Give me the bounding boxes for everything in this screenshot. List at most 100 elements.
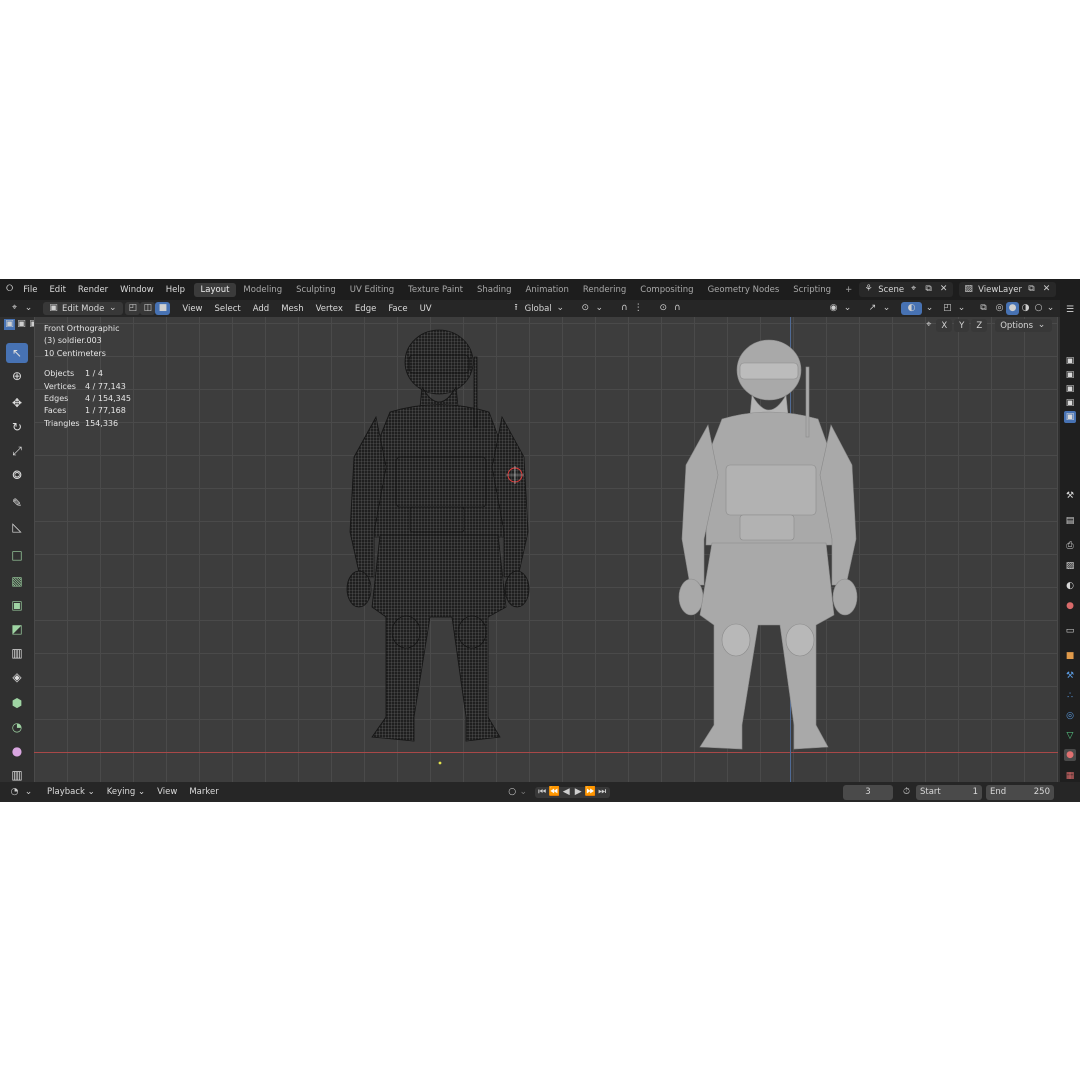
edge-select-mode-button[interactable]: ◫ [140,302,156,315]
header-menu-view[interactable]: View [176,304,208,314]
tool-select-box[interactable]: ↖ [6,343,28,363]
world-properties-icon[interactable]: ● [1064,600,1076,612]
tool-bevel[interactable]: ◩ [6,619,28,639]
tool-move[interactable]: ✥ [6,393,28,413]
menu-edit[interactable]: Edit [43,285,71,295]
view-layer-selector[interactable]: ▨ ViewLayer ⧉ ✕ [959,282,1056,297]
collection-properties-icon[interactable]: ▭ [1064,625,1076,637]
tab-uv-editing[interactable]: UV Editing [343,283,401,297]
face-select-mode-button[interactable]: ■ [155,302,171,315]
tool-loop-cut[interactable]: ▥ [6,643,28,663]
jump-end-icon[interactable]: ⏭ [597,787,608,798]
texture-properties-icon[interactable]: ▦ [1064,770,1076,782]
shading-material-button[interactable]: ◑ [1019,302,1032,315]
tool-smooth[interactable]: ● [6,741,28,761]
mesh-edit-overlays-toggle[interactable]: ◰ ⌄ [937,302,972,315]
tool-knife[interactable]: ◈ [6,667,28,687]
stopwatch-icon[interactable]: ⏱ [901,787,912,798]
modifier-properties-icon[interactable]: ⚒ [1064,670,1076,682]
tool-measure[interactable]: ◺ [6,517,28,537]
tool-settings-icon[interactable]: ⚒ [1064,490,1076,502]
header-menu-uv[interactable]: UV [414,304,438,314]
render-properties-icon[interactable]: ▤ [1064,515,1076,527]
tool-rotate[interactable]: ↻ [6,417,28,437]
vertex-select-mode-button[interactable]: ◰ [125,302,141,315]
header-menu-add[interactable]: Add [247,304,275,314]
axis-y-toggle[interactable]: Y [954,319,970,332]
start-frame-field[interactable]: Start 1 [916,784,982,800]
tool-add-cube[interactable]: □ [6,545,28,565]
tab-sculpting[interactable]: Sculpting [289,283,343,297]
snap-axis-icon[interactable]: ⌖ [923,320,934,331]
outliner-icon[interactable]: ☰ [1064,304,1076,316]
play-reverse-icon[interactable]: ◀ [561,787,572,798]
camera-icon[interactable]: ▣ [1064,369,1076,381]
options-dropdown[interactable]: Options ⌄ [995,319,1052,332]
tab-scripting[interactable]: Scripting [786,283,838,297]
axis-x-toggle[interactable]: X [936,319,953,332]
timeline-menu-playback[interactable]: Playback ⌄ [41,787,101,797]
tool-cursor[interactable]: ⊕ [6,366,28,386]
camera-icon[interactable]: ▣ [1064,383,1076,395]
axis-z-toggle[interactable]: Z [971,319,988,332]
tab-layout[interactable]: Layout [193,282,237,297]
timeline-menu-view[interactable]: View [151,787,183,797]
shading-rendered-button[interactable]: ○ [1032,302,1045,315]
menu-window[interactable]: Window [114,285,160,295]
header-menu-mesh[interactable]: Mesh [275,304,309,314]
timeline-menu-marker[interactable]: Marker [183,787,224,797]
close-scene-icon[interactable]: ✕ [938,284,949,295]
next-keyframe-icon[interactable]: ⏩ [585,787,596,798]
header-menu-face[interactable]: Face [382,304,413,314]
current-frame-field[interactable]: 3 [843,784,893,800]
shading-wireframe-button[interactable]: ◎ [993,302,1006,315]
copy-layer-icon[interactable]: ⧉ [1026,284,1037,295]
select-new-icon[interactable]: ▣ [4,319,15,330]
view-layer-properties-icon[interactable]: ▨ [1064,560,1076,572]
tab-animation[interactable]: Animation [519,283,576,297]
editor-type-button[interactable]: ⌖ ⌄ [4,302,39,315]
chevron-down-icon[interactable]: ⌄ [1045,303,1056,314]
end-frame-field[interactable]: End 250 [986,784,1054,800]
object-properties-icon[interactable]: ■ [1064,650,1076,662]
jump-start-icon[interactable]: ⏮ [537,787,548,798]
tab-geometry-nodes[interactable]: Geometry Nodes [701,283,787,297]
menu-file[interactable]: File [17,285,43,295]
tool-annotate[interactable]: ✎ [6,493,28,513]
play-icon[interactable]: ▶ [573,787,584,798]
transform-orientation-dropdown[interactable]: ⭱ Global ⌄ [506,302,571,315]
xray-toggle[interactable]: ⧉ [976,302,991,315]
header-menu-edge[interactable]: Edge [349,304,382,314]
tool-extrude[interactable]: ▧ [6,571,28,591]
chevron-down-icon[interactable]: ⌄ [924,303,935,314]
select-extend-icon[interactable]: ▣ [16,319,27,330]
visibility-dropdown[interactable]: ◉ ⌄ [823,302,858,315]
tab-shading[interactable]: Shading [470,283,519,297]
camera-icon[interactable]: ▣ [1064,411,1076,423]
overlays-toggle[interactable]: ◐ [901,302,922,315]
tab-compositing[interactable]: Compositing [633,283,700,297]
snap-toggle[interactable]: ∩ ⋮ [614,302,649,315]
shading-solid-button[interactable]: ● [1006,302,1019,315]
particles-properties-icon[interactable]: ∴ [1064,690,1076,702]
scene-selector[interactable]: ⚘ Scene ⌖ ⧉ ✕ [859,282,954,297]
tool-spin[interactable]: ◔ [6,717,28,737]
physics-properties-icon[interactable]: ◎ [1064,710,1076,722]
timeline-editor-type-button[interactable]: ◔ ⌄ [4,786,39,799]
scene-properties-icon[interactable]: ◐ [1064,580,1076,592]
tab-rendering[interactable]: Rendering [576,283,633,297]
timeline-menu-keying[interactable]: Keying ⌄ [101,787,151,797]
copy-scene-icon[interactable]: ⧉ [923,284,934,295]
camera-icon[interactable]: ▣ [1064,355,1076,367]
header-menu-select[interactable]: Select [209,304,247,314]
header-menu-vertex[interactable]: Vertex [310,304,349,314]
3d-viewport[interactable]: Front Orthographic (3) soldier.003 10 Ce… [34,317,1058,782]
blender-logo-icon[interactable]: ⭘ [6,284,13,295]
material-properties-icon[interactable]: ● [1064,749,1076,761]
menu-render[interactable]: Render [72,285,114,295]
camera-icon[interactable]: ▣ [1064,397,1076,409]
pin-icon[interactable]: ⌖ [908,284,919,295]
tab-texture-paint[interactable]: Texture Paint [401,283,470,297]
object-data-properties-icon[interactable]: ▽ [1064,730,1076,742]
record-icon[interactable]: ○ [507,787,518,798]
